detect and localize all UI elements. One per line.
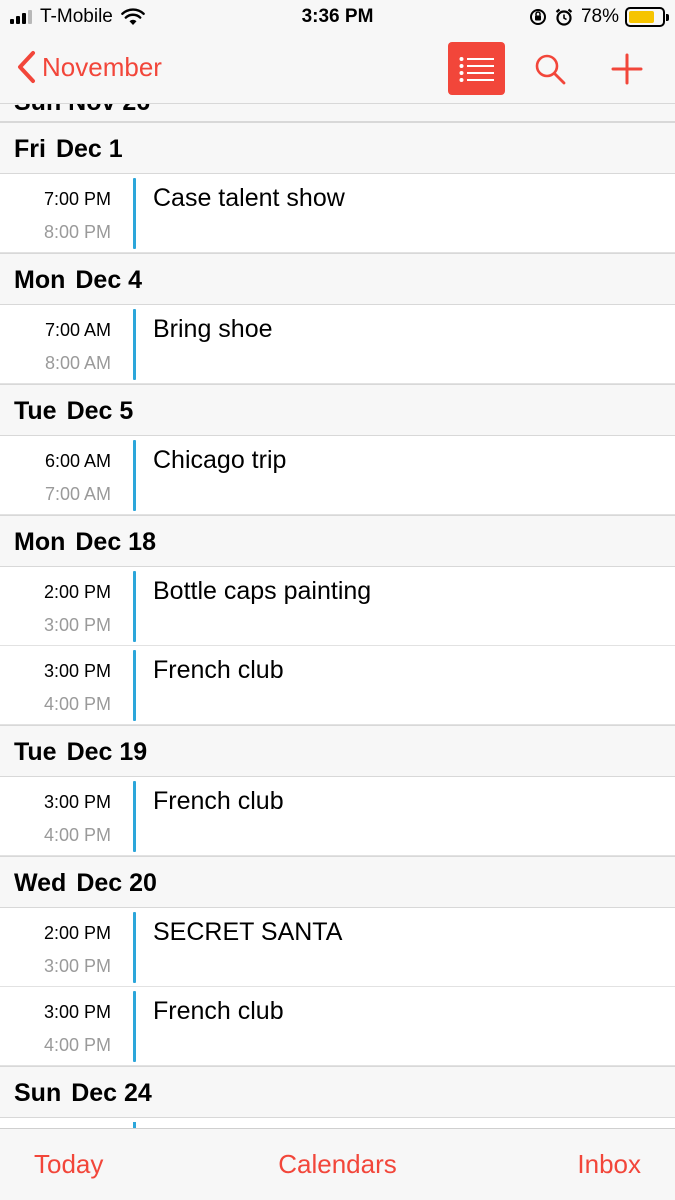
event-title: Bring shoe bbox=[153, 315, 273, 343]
event-start-time: 3:00 PM bbox=[43, 792, 111, 812]
search-icon[interactable] bbox=[533, 52, 567, 86]
calendar-color-bar bbox=[133, 309, 136, 380]
list-view-button[interactable] bbox=[448, 42, 505, 95]
battery-icon bbox=[625, 7, 669, 27]
day-header-weekday: Mon bbox=[14, 528, 66, 556]
event-title: Bottle caps painting bbox=[153, 577, 372, 605]
event-end-time: 7:00 AM bbox=[44, 484, 111, 504]
event-start-time: 2:00 PM bbox=[43, 923, 111, 943]
day-list: Fri Dec 1 7:00 PM 8:00 PM Case talent show Mo… bbox=[0, 122, 675, 1128]
calendar-color-bar bbox=[133, 991, 136, 1062]
day-header-weekday: Mon bbox=[14, 266, 66, 294]
event-end-time: 8:00 AM bbox=[44, 353, 111, 373]
day-header-date: Dec 4 bbox=[75, 266, 143, 294]
day-header-weekday: Tue bbox=[14, 397, 57, 425]
day-header-weekday: Fri bbox=[14, 135, 46, 163]
day-header-date: Dec 1 bbox=[55, 135, 123, 163]
event-start-time: 3:00 PM bbox=[43, 661, 111, 681]
orientation-lock-icon bbox=[529, 9, 546, 25]
calendar-color-bar bbox=[133, 781, 136, 852]
calendar-color-bar bbox=[133, 571, 136, 642]
day-header: Wed Dec 20 bbox=[0, 856, 675, 908]
event-start-time: 3:00 PM bbox=[43, 1002, 111, 1022]
plus-icon[interactable] bbox=[610, 52, 644, 86]
calendar-color-bar bbox=[133, 912, 136, 983]
calendar-color-bar bbox=[133, 440, 136, 511]
event-start-time: 2:00 PM bbox=[43, 582, 111, 602]
nav-bar: November bbox=[0, 36, 675, 104]
day-header: Sun Dec 24 bbox=[0, 1066, 675, 1118]
day-header-partial: Sun Nov 26 bbox=[0, 104, 675, 122]
event-title: French club bbox=[153, 787, 284, 815]
back-button[interactable]: November bbox=[16, 50, 162, 84]
event-list[interactable]: Sun Nov 26 Fri Dec 1 7:00 PM 8:00 PM Case ta… bbox=[0, 104, 675, 1128]
alarm-icon bbox=[555, 8, 573, 26]
day-header-weekday: Tue bbox=[14, 738, 57, 766]
event-title: Chicago trip bbox=[153, 446, 287, 474]
day-header-date: Dec 24 bbox=[71, 1079, 152, 1107]
battery-percent: 78% bbox=[580, 6, 619, 27]
tab-inbox[interactable]: Inbox bbox=[577, 1149, 641, 1180]
battery-fill bbox=[629, 11, 654, 23]
day-header-date: Dec 5 bbox=[66, 397, 134, 425]
list-icon bbox=[459, 56, 494, 82]
event-row[interactable]: 3:00 PM 4:00 PM French club bbox=[0, 646, 675, 725]
day-header: Mon Dec 18 bbox=[0, 515, 675, 567]
day-header: Tue Dec 19 bbox=[0, 725, 675, 777]
event-end-time: 4:00 PM bbox=[43, 694, 111, 714]
tab-today[interactable]: Today bbox=[34, 1149, 103, 1180]
event-start-time: 7:00 PM bbox=[43, 189, 111, 209]
calendar-screen: T-Mobile 3:36 PM 78% November Fri Dec 1 … bbox=[0, 0, 675, 1200]
event-title: French club bbox=[153, 997, 284, 1025]
calendar-color-bar bbox=[133, 650, 136, 721]
day-header-date: Dec 20 bbox=[76, 869, 157, 897]
event-start-time: 6:00 AM bbox=[44, 451, 111, 471]
event-row[interactable]: 2:00 PM 3:00 PM SECRET SANTA bbox=[0, 908, 675, 987]
tab-bar: Calendars Today Inbox bbox=[0, 1128, 675, 1200]
day-header-weekday: Wed bbox=[14, 869, 67, 897]
event-row[interactable]: 7:00 AM 8:00 AM Bring shoe bbox=[0, 305, 675, 384]
event-row[interactable]: 3:00 PM 4:00 PM French club bbox=[0, 777, 675, 856]
event-start-time: 7:00 AM bbox=[44, 320, 111, 340]
event-end-time: 8:00 PM bbox=[43, 222, 111, 242]
event-end-time: 4:00 PM bbox=[43, 1035, 111, 1055]
day-header: Mon Dec 4 bbox=[0, 253, 675, 305]
day-header-date: Dec 19 bbox=[66, 738, 148, 766]
day-header-date: Dec 18 bbox=[75, 528, 156, 556]
event-row[interactable]: 3:00 PM 4:00 PM French club bbox=[0, 987, 675, 1066]
back-label: November bbox=[42, 51, 162, 82]
event-title: SECRET SANTA bbox=[153, 918, 343, 946]
calendar-color-bar bbox=[133, 178, 136, 249]
event-end-time: 3:00 PM bbox=[43, 615, 111, 635]
day-header: Fri Dec 1 bbox=[0, 122, 675, 174]
chevron-left-icon bbox=[18, 51, 35, 83]
event-row[interactable]: 6:00 AM 7:00 AM Chicago trip bbox=[0, 436, 675, 515]
day-header-partial-label: Sun Nov 26 bbox=[14, 104, 150, 117]
event-end-time: 3:00 PM bbox=[43, 956, 111, 976]
event-row[interactable]: 7:00 PM 8:00 PM Case talent show bbox=[0, 174, 675, 253]
day-header-weekday: Sun bbox=[14, 1079, 62, 1107]
event-row[interactable]: 2:00 PM 3:00 PM Bottle caps painting bbox=[0, 567, 675, 646]
day-header: Tue Dec 5 bbox=[0, 384, 675, 436]
status-right: 78% bbox=[529, 6, 669, 28]
status-bar: T-Mobile 3:36 PM 78% bbox=[0, 0, 675, 36]
event-title: Case talent show bbox=[153, 184, 345, 212]
event-end-time: 4:00 PM bbox=[43, 825, 111, 845]
event-title: French club bbox=[153, 656, 284, 684]
